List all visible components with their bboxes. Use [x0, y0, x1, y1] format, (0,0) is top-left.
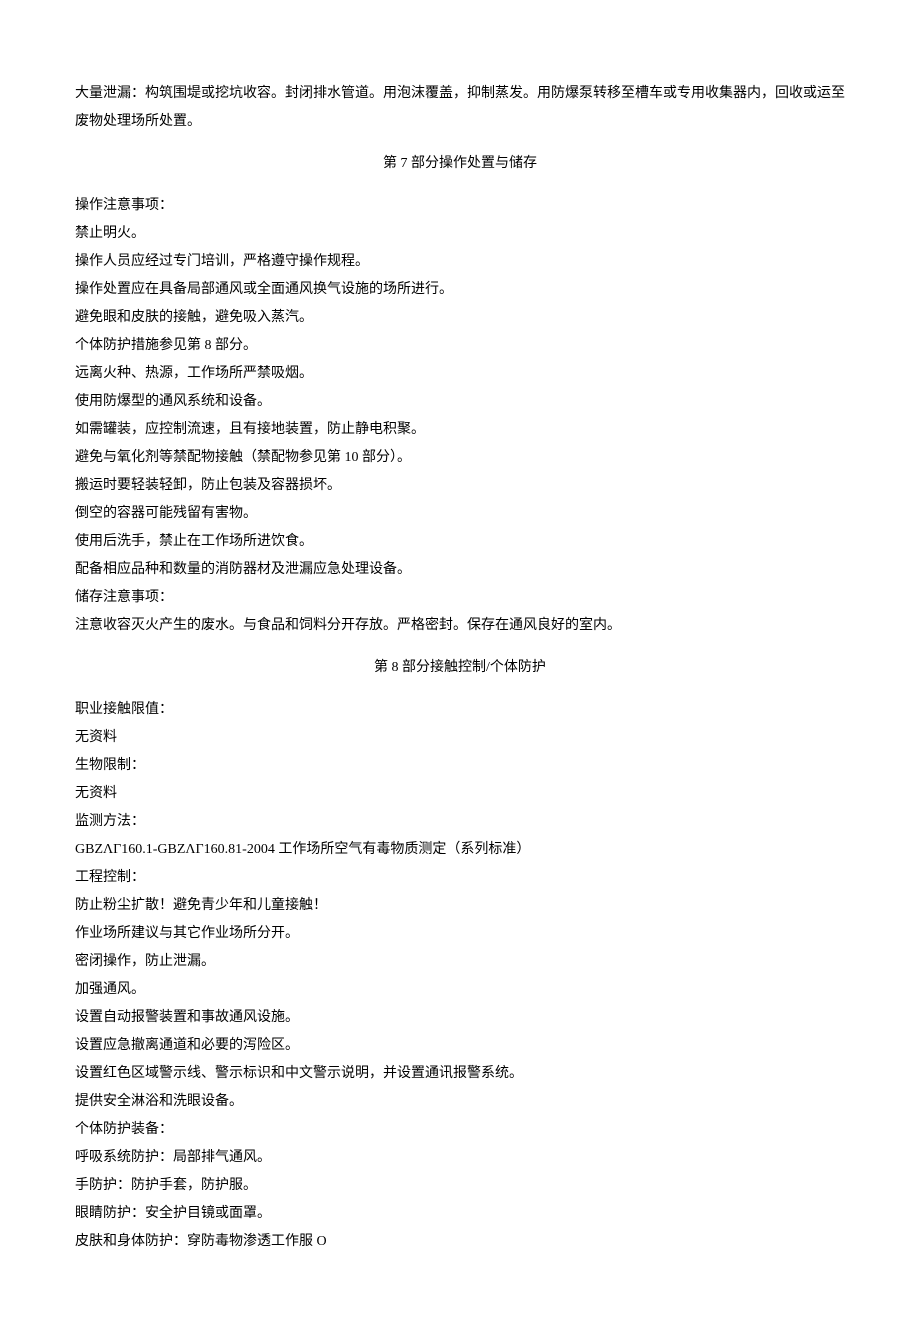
section7-line: 远离火种、热源，工作场所严禁吸烟。 [75, 360, 845, 388]
section8-line: 密闭操作，防止泄漏。 [75, 948, 845, 976]
section8-line: 监测方法： [75, 808, 845, 836]
section8-line: 皮肤和身体防护：穿防毒物渗透工作服 O [75, 1228, 845, 1256]
section8-line: 工程控制： [75, 864, 845, 892]
section7-line: 使用防爆型的通风系统和设备。 [75, 388, 845, 416]
section7-line: 搬运时要轻装轻卸，防止包装及容器损坏。 [75, 472, 845, 500]
section7-line: 使用后洗手，禁止在工作场所进饮食。 [75, 528, 845, 556]
section8-line: 加强通风。 [75, 976, 845, 1004]
section8-line: 无资料 [75, 724, 845, 752]
section7-line: 避免眼和皮肤的接触，避免吸入蒸汽。 [75, 304, 845, 332]
section7-title: 第 7 部分操作处置与储存 [75, 150, 845, 178]
section8-line: 提供安全淋浴和洗眼设备。 [75, 1088, 845, 1116]
section8-body: 职业接触限值： 无资料 生物限制： 无资料 监测方法： GBZΛΓ160.1-G… [75, 696, 845, 1256]
section7-line: 注意收容灭火产生的废水。与食品和饲料分开存放。严格密封。保存在通风良好的室内。 [75, 612, 845, 640]
section7-body: 操作注意事项： 禁止明火。 操作人员应经过专门培训，严格遵守操作规程。 操作处置… [75, 192, 845, 640]
section8-line: 眼睛防护：安全护目镜或面罩。 [75, 1200, 845, 1228]
section7-line: 禁止明火。 [75, 220, 845, 248]
intro-paragraph: 大量泄漏：构筑围堤或挖坑收容。封闭排水管道。用泡沫覆盖，抑制蒸发。用防爆泵转移至… [75, 80, 845, 136]
section8-line: 作业场所建议与其它作业场所分开。 [75, 920, 845, 948]
section7-line: 操作处置应在具备局部通风或全面通风换气设施的场所进行。 [75, 276, 845, 304]
section8-line: 生物限制： [75, 752, 845, 780]
section7-line: 配备相应品种和数量的消防器材及泄漏应急处理设备。 [75, 556, 845, 584]
section8-line: 防止粉尘扩散！避免青少年和儿童接触！ [75, 892, 845, 920]
section8-line: GBZΛΓ160.1-GBZΛΓ160.81-2004 工作场所空气有毒物质测定… [75, 836, 845, 864]
section8-line: 个体防护装备： [75, 1116, 845, 1144]
section8-line: 呼吸系统防护：局部排气通风。 [75, 1144, 845, 1172]
section8-line: 手防护：防护手套，防护服。 [75, 1172, 845, 1200]
section8-title: 第 8 部分接触控制/个体防护 [75, 654, 845, 682]
section7-line: 操作注意事项： [75, 192, 845, 220]
section8-line: 设置应急撤离通道和必要的泻险区。 [75, 1032, 845, 1060]
section7-line: 避免与氧化剂等禁配物接触（禁配物参见第 10 部分）。 [75, 444, 845, 472]
section7-line: 个体防护措施参见第 8 部分。 [75, 332, 845, 360]
section7-line: 倒空的容器可能残留有害物。 [75, 500, 845, 528]
section8-line: 设置自动报警装置和事故通风设施。 [75, 1004, 845, 1032]
section8-line: 设置红色区域警示线、警示标识和中文警示说明，并设置通讯报警系统。 [75, 1060, 845, 1088]
section7-line: 储存注意事项： [75, 584, 845, 612]
section7-line: 如需罐装，应控制流速，且有接地装置，防止静电积聚。 [75, 416, 845, 444]
section8-line: 无资料 [75, 780, 845, 808]
section7-line: 操作人员应经过专门培训，严格遵守操作规程。 [75, 248, 845, 276]
section8-line: 职业接触限值： [75, 696, 845, 724]
